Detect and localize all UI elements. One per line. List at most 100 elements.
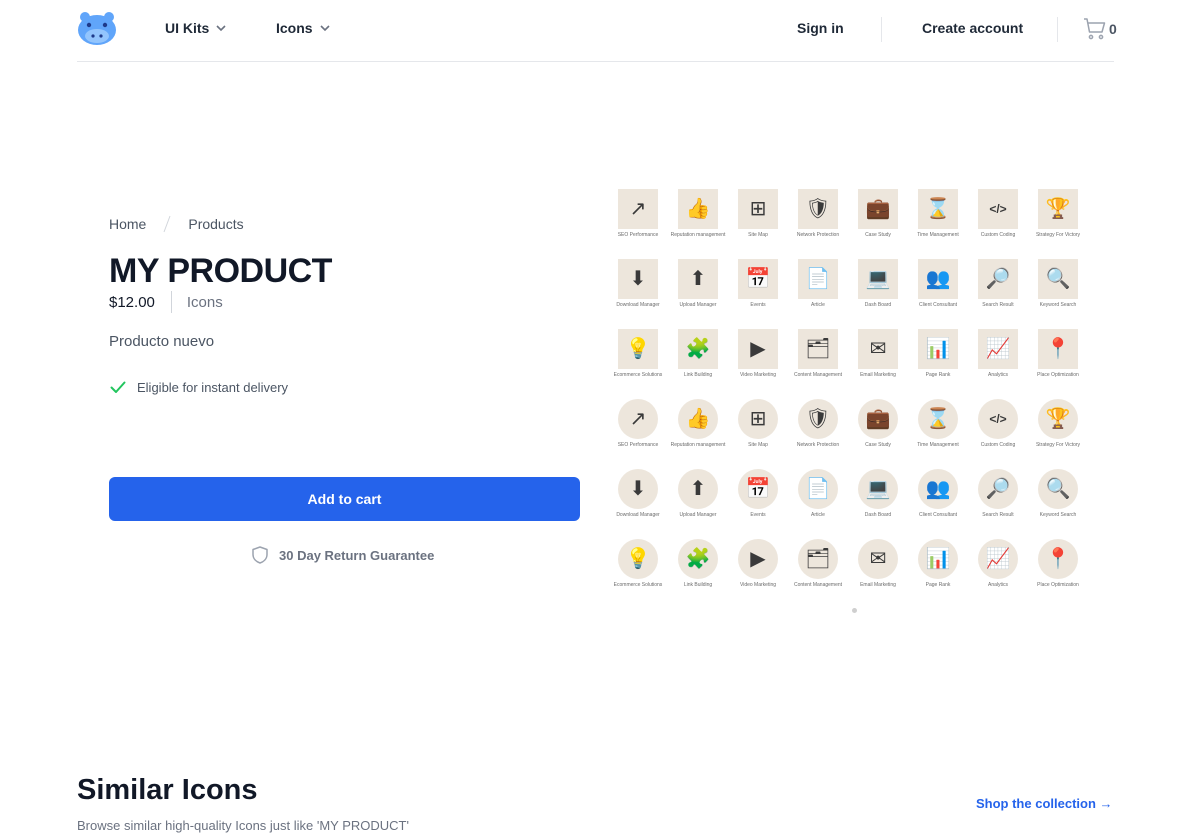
icon-glyph: 🗂	[805, 548, 831, 570]
icon-tile: 🛡	[798, 189, 838, 229]
icon-glyph: </>	[989, 202, 1007, 216]
icon-label: Place Optimization	[1037, 582, 1079, 588]
gallery-icon: ✉ Email Marketing	[852, 323, 912, 389]
carousel-dot[interactable]	[852, 608, 857, 613]
icon-label: Ecommerce Solutions	[613, 582, 663, 588]
nav-icons[interactable]: Icons	[276, 20, 331, 36]
icon-glyph: 🔍	[1045, 268, 1071, 290]
return-guarantee: 30 Day Return Guarantee	[250, 545, 434, 565]
icon-label: Ecommerce Solutions	[613, 372, 663, 378]
icon-tile: ↗	[618, 399, 658, 439]
icon-glyph: ▶	[750, 338, 766, 360]
icon-glyph: 💻	[865, 478, 891, 500]
icon-glyph: ▶	[750, 548, 766, 570]
create-account-link[interactable]: Create account	[922, 20, 1023, 36]
gallery-icon: ⬇ Download Manager	[612, 463, 672, 529]
gallery-icon: 💡 Ecommerce Solutions	[612, 323, 672, 389]
gallery-icon: 🏆 Strategy For Victory	[1032, 393, 1092, 459]
icon-label: Download Manager	[616, 302, 660, 308]
icon-glyph: 📄	[805, 478, 831, 500]
cart-button[interactable]: 0	[1083, 17, 1117, 41]
nav-ui-kits-label: UI Kits	[165, 20, 210, 36]
icon-label: Keyword Search	[1039, 512, 1077, 518]
icon-tile: ↗	[618, 189, 658, 229]
icon-label: Content Management	[793, 372, 843, 378]
add-to-cart-button[interactable]: Add to cart	[109, 477, 580, 521]
breadcrumb: Home Products	[109, 214, 244, 234]
shopping-cart-icon	[1084, 18, 1106, 40]
delivery-status: Eligible for instant delivery	[109, 378, 288, 396]
gallery-icon: 💻 Dash Board	[852, 253, 912, 319]
gallery-icon: 💼 Case Study	[852, 393, 912, 459]
icon-glyph: 📍	[1045, 338, 1071, 360]
delivery-label: Eligible for instant delivery	[137, 379, 289, 395]
gallery-icon: 👥 Client Consultant	[912, 253, 972, 319]
gallery-icon: 📄 Article	[792, 463, 852, 529]
icon-glyph: 📊	[925, 548, 951, 570]
icon-tile: 📈	[978, 539, 1018, 579]
icon-glyph: 💻	[865, 268, 891, 290]
sign-in-link[interactable]: Sign in	[797, 20, 844, 36]
icon-label: Upload Manager	[679, 302, 717, 308]
icon-label: Dash Board	[864, 512, 892, 518]
icon-label: Content Management	[793, 582, 843, 588]
icon-glyph: 📈	[985, 548, 1011, 570]
product-price: $12.00	[109, 293, 155, 311]
icon-label: Time Management	[917, 232, 959, 238]
nav-ui-kits[interactable]: UI Kits	[165, 20, 227, 36]
icon-tile: 👍	[678, 399, 718, 439]
icon-glyph: ⊞	[749, 408, 767, 430]
icon-tile: 👍	[678, 189, 718, 229]
product-image-gallery[interactable]: ↗ SEO Performance 👍 Reputation management ⊞ S…	[612, 183, 1092, 608]
gallery-icon: 👍 Reputation management	[671, 183, 732, 249]
gallery-icon: ⬇ Download Manager	[612, 253, 672, 319]
gallery-icon: 🧩 Link Building	[672, 533, 732, 599]
breadcrumb-home[interactable]: Home	[109, 216, 146, 232]
icon-tile: 📍	[1038, 539, 1078, 579]
icon-glyph: ⬆	[689, 478, 707, 500]
icon-tile: </>	[978, 399, 1018, 439]
icon-tile: 💡	[618, 329, 658, 369]
icon-glyph: 🛡	[805, 198, 831, 220]
icon-glyph: 💼	[865, 408, 891, 430]
icon-tile: 📊	[918, 539, 958, 579]
chevron-down-icon	[216, 25, 226, 32]
icon-glyph: 👍	[685, 408, 711, 430]
icon-glyph: ⌛	[925, 408, 951, 430]
icon-label: Strategy For Victory	[1035, 232, 1081, 238]
shop-collection-link[interactable]: Shop the collection →	[976, 796, 1113, 811]
icon-tile: 📊	[918, 329, 958, 369]
icon-tile: ▶	[738, 329, 778, 369]
icon-label: Time Management	[917, 442, 959, 448]
breadcrumb-products[interactable]: Products	[188, 216, 243, 232]
price-divider	[170, 291, 172, 313]
icon-glyph: 🏆	[1045, 408, 1071, 430]
icon-glyph: ⌛	[925, 198, 951, 220]
icon-label: SEO Performance	[617, 232, 659, 238]
icon-tile: 💼	[858, 399, 898, 439]
guarantee-label: 30 Day Return Guarantee	[279, 547, 435, 563]
icon-glyph: 🧩	[685, 548, 711, 570]
gallery-icon: </> Custom Coding	[972, 393, 1032, 459]
icon-label: Client Consultant	[918, 302, 958, 308]
similar-section-subtitle: Browse similar high-quality Icons just l…	[77, 818, 409, 833]
similar-section-title: Similar Icons	[77, 774, 258, 806]
product-category: Icons	[186, 293, 223, 311]
icon-label: Search Result	[982, 512, 1014, 518]
icon-label: Site Map	[748, 442, 768, 448]
icon-tile: 🛡	[798, 399, 838, 439]
gallery-icon: 👥 Client Consultant	[912, 463, 972, 529]
breadcrumb-separator-icon	[163, 215, 171, 233]
icon-glyph: ✉	[869, 548, 887, 570]
icon-label: Email Marketing	[860, 372, 896, 378]
icon-tile: ⌛	[918, 399, 958, 439]
icon-glyph: ⬇	[629, 478, 647, 500]
gallery-icon: ⬆ Upload Manager	[672, 253, 732, 319]
hippo-logo-icon[interactable]	[77, 11, 117, 47]
icon-glyph: 👍	[685, 198, 711, 220]
icon-tile: 🔍	[1038, 469, 1078, 509]
product-description: Producto nuevo	[109, 333, 215, 350]
icon-glyph: </>	[989, 412, 1007, 426]
icon-label: Custom Coding	[980, 442, 1016, 448]
icon-tile: 📍	[1038, 329, 1078, 369]
